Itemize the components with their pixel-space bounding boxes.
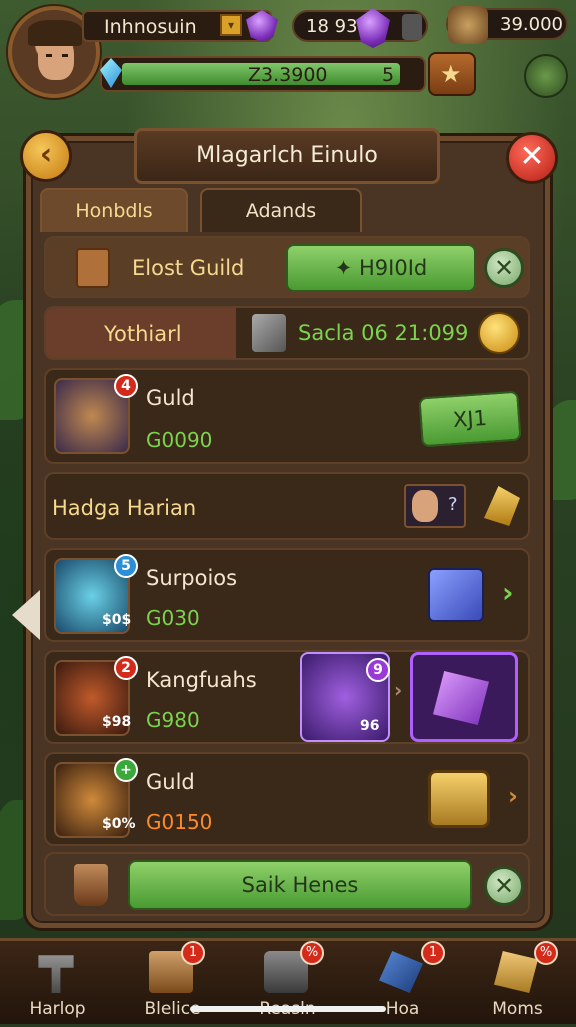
chevron-right-icon[interactable]: › [502, 576, 514, 609]
tab-adands[interactable]: Adands [200, 188, 362, 232]
item-value: G0090 [146, 428, 213, 452]
nav-label: Moms [492, 999, 543, 1019]
home-indicator[interactable] [190, 1006, 386, 1012]
item-price: $0% [102, 816, 136, 832]
guild-dismiss-button[interactable]: ✕ [484, 248, 524, 288]
nav-reasln[interactable]: % Reasln [230, 941, 345, 1027]
close-button[interactable]: ✕ [506, 132, 558, 184]
back-button[interactable]: ‹ [20, 130, 72, 182]
guild-label: Elost Guild [132, 256, 245, 280]
reward-badge: 9 [366, 658, 390, 682]
section-title: Hadga Harian [52, 496, 197, 520]
nav-blelice[interactable]: 1 Blelice [115, 941, 230, 1027]
chevron-right-icon: › [394, 678, 403, 702]
stone-block-icon [252, 314, 286, 352]
avatar-eye-left [46, 54, 52, 57]
item-badge: 4 [114, 374, 138, 398]
section-header: Hadga Harian ? [44, 472, 530, 540]
gems-value: 18 93 [306, 16, 358, 37]
item-price: $98 [102, 714, 132, 730]
item-name: Guld [146, 386, 195, 410]
nav-moms[interactable]: % Moms [460, 941, 575, 1027]
chevron-right-icon[interactable]: › [508, 782, 518, 810]
gift-box-icon [428, 568, 484, 622]
item-badge: 2 [114, 656, 138, 680]
crystal-reward-card[interactable] [410, 652, 518, 742]
tab-honbdls[interactable]: Honbdls [40, 188, 188, 232]
footer-dismiss-button[interactable]: ✕ [484, 866, 524, 906]
footer-bar: Saik Henes ✕ [44, 852, 530, 916]
portrait-face [412, 490, 438, 522]
stats-label: Yothiarl [104, 322, 182, 346]
guild-action-button[interactable]: ✦ H9I0Id [286, 244, 476, 292]
item-name: Surpoios [146, 566, 238, 590]
item-badge: 5 [114, 554, 138, 578]
level-value: 5 0 [382, 64, 413, 86]
nav-hoa[interactable]: 1 Hoa [345, 941, 460, 1027]
list-item[interactable]: + $0% Guld G0150 › [44, 752, 530, 846]
bucket-icon [74, 864, 108, 906]
scroll-icon [494, 951, 538, 993]
quest-icon-button[interactable] [524, 54, 568, 98]
nav-label: Harlop [29, 999, 86, 1019]
hero-portrait[interactable]: ? [404, 484, 466, 528]
stats-row: Yothiarl Sacla 06 21:099 [44, 306, 530, 360]
avatar-hair [28, 20, 82, 46]
nav-badge: 1 [421, 941, 445, 965]
map-star-button[interactable]: ★ [428, 52, 476, 96]
nav-badge: 1 [181, 941, 205, 965]
item-name: Guld [146, 770, 195, 794]
avatar-eye-right [62, 54, 68, 57]
item-value: G980 [146, 708, 200, 732]
stone-icon [402, 14, 422, 40]
gold-chest-icon [448, 6, 488, 44]
guild-bar: Elost Guild ✦ H9I0Id ✕ [44, 236, 530, 298]
gold-value: 39.000 [500, 14, 563, 35]
star-icon: ★ [440, 60, 462, 88]
purple-crystal-icon [433, 671, 489, 725]
item-price: $0$ [102, 612, 132, 628]
hammer-icon [38, 955, 74, 993]
list-item[interactable]: 5 $0$ Surpoios G030 › [44, 548, 530, 642]
treasure-chest-icon [428, 770, 490, 828]
guild-banner-icon [76, 248, 110, 288]
xp-bar: Z3.3900 5 0 [100, 56, 426, 92]
nav-harlop[interactable]: Harlop [0, 941, 115, 1027]
reward-card[interactable]: 9 96 [300, 652, 390, 742]
nav-badge: % [300, 941, 324, 965]
list-item[interactable]: 2 $98 Kangfuahs G980 9 96 › [44, 650, 530, 744]
item-name: Kangfuahs [146, 668, 257, 692]
portrait-count: ? [448, 494, 458, 515]
reward-count: 96 [360, 718, 380, 734]
gold-coin-icon [478, 312, 520, 354]
list-item[interactable]: 4 Guld G0090 XJ1 [44, 368, 530, 464]
item-claim-button[interactable]: XJ1 [418, 390, 522, 448]
arrow-up-icon[interactable] [484, 486, 520, 526]
item-value: G0150 [146, 810, 213, 834]
panel-title: Mlagarlch Einulo [134, 128, 440, 184]
item-badge: + [114, 758, 138, 782]
confirm-button[interactable]: Saik Henes [128, 860, 472, 910]
item-value: G030 [146, 606, 200, 630]
player-name: Inhnosuin [82, 10, 272, 42]
banner-icon [379, 951, 423, 993]
xp-value: Z3.3900 [248, 64, 328, 86]
stats-values: Sacla 06 21:099 [298, 321, 469, 345]
nav-badge: % [534, 941, 558, 965]
rank-badge: ▾ [220, 14, 242, 36]
